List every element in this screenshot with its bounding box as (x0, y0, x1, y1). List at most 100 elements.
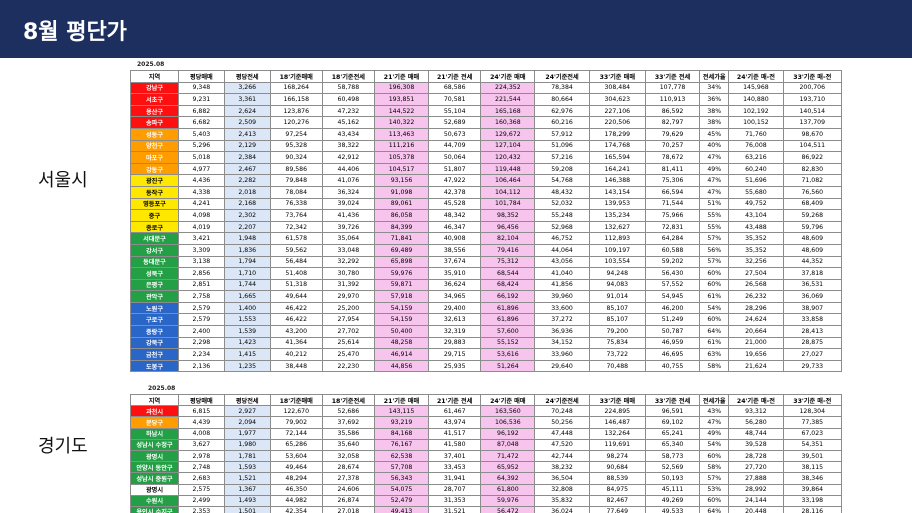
value-cell: 58% (699, 461, 730, 474)
value-cell: 123,876 (269, 104, 323, 118)
value-cell: 55,152 (480, 336, 536, 350)
value-cell: 38,556 (428, 243, 482, 257)
region-name-cell: 수원시 (130, 494, 179, 507)
region-name-cell: 양천구 (130, 139, 179, 153)
region-name-cell: 강북구 (130, 336, 179, 350)
value-cell: 48,258 (373, 336, 430, 350)
value-cell: 69,102 (644, 416, 701, 429)
value-cell: 2,467 (223, 162, 271, 176)
value-cell: 34,152 (534, 336, 590, 350)
value-cell: 24,144 (728, 494, 784, 507)
column-header: 18'기준매매 (269, 70, 323, 83)
value-cell: 78,672 (644, 151, 701, 164)
value-cell: 165,594 (588, 151, 646, 164)
column-header: 24'기준 매매 (480, 70, 536, 83)
value-cell: 41,856 (534, 278, 590, 292)
value-cell: 28,413 (782, 325, 843, 338)
column-header: 24'기준 매-전 (728, 393, 784, 407)
value-cell: 22,230 (321, 359, 375, 373)
value-cell: 28,992 (728, 483, 784, 496)
value-cell: 1,521 (223, 472, 271, 485)
value-cell: 37,272 (534, 313, 590, 327)
value-cell: 25,200 (321, 301, 375, 315)
value-cell: 58,788 (321, 81, 375, 95)
value-cell: 52,569 (644, 461, 701, 474)
seoul-price-table: 지역 평당매매 평당전세 18'기준매매 18'기준전세 21'기준 매매 21'기준 전세… (130, 70, 843, 373)
table-row: 서초구 9,231 3,361 166,158 60,498 193,851 70,581 2… (130, 93, 843, 106)
value-cell: 55,104 (428, 104, 482, 118)
value-cell: 137,709 (782, 116, 843, 129)
table-row: 송파구 6,682 2,509 120,276 45,162 140,322 52,689 1… (130, 116, 843, 129)
value-cell: 72,144 (269, 427, 323, 440)
table-row: 종로구 4,019 2,207 72,342 39,726 84,399 46,347 96,… (130, 220, 843, 234)
region-name-cell: 도봉구 (130, 359, 179, 373)
region-name-cell: 하남시 (130, 427, 179, 440)
value-cell: 72,342 (269, 220, 323, 234)
value-cell: 79,200 (588, 325, 646, 338)
value-cell: 96,192 (480, 427, 536, 440)
value-cell: 65,952 (480, 461, 536, 474)
value-cell: 51,408 (269, 267, 323, 280)
column-header: 33'기준 전세 (644, 70, 701, 83)
value-cell: 37,674 (428, 255, 482, 269)
region-name-cell: 서초구 (130, 93, 179, 106)
column-header: 평당매매 (177, 70, 225, 83)
value-cell: 56,343 (373, 472, 430, 485)
value-cell: 42,354 (269, 505, 323, 513)
value-cell: 28,296 (728, 301, 784, 315)
value-cell: 82,797 (644, 116, 701, 129)
value-cell: 27,027 (782, 348, 843, 361)
value-cell: 60% (699, 449, 730, 463)
value-cell: 6,815 (177, 405, 225, 418)
value-cell: 57% (699, 232, 730, 245)
column-header: 33'기준 매-전 (782, 393, 843, 407)
value-cell: 52,689 (428, 116, 482, 129)
table-row: 광명시 2,978 1,781 53,604 32,058 62,538 37,401 71,… (130, 449, 843, 463)
value-cell: 41,517 (428, 427, 482, 440)
value-cell: 58% (699, 359, 730, 373)
value-cell: 76,167 (373, 438, 430, 451)
value-cell: 52,032 (534, 197, 590, 211)
value-cell: 140,880 (728, 93, 784, 106)
region-name-cell: 마포구 (130, 151, 179, 164)
value-cell: 63,216 (728, 151, 784, 164)
value-cell: 51% (699, 197, 730, 211)
value-cell: 91,014 (588, 290, 646, 303)
value-cell: 46,347 (428, 220, 482, 234)
value-cell: 1,235 (223, 359, 271, 373)
value-cell: 51,807 (428, 162, 482, 176)
value-cell: 37,818 (782, 267, 843, 280)
column-header: 18'기준전세 (321, 70, 375, 83)
value-cell: 96,456 (480, 220, 536, 234)
page-title: 8월 평단가 (23, 20, 127, 45)
value-cell: 41,580 (428, 438, 482, 451)
value-cell: 224,352 (480, 81, 536, 95)
column-header: 평당매매 (177, 393, 225, 407)
value-cell: 82,830 (782, 162, 843, 176)
value-cell: 64,392 (480, 472, 536, 485)
value-cell: 1,980 (223, 438, 271, 451)
value-cell: 25,614 (321, 336, 375, 350)
value-cell: 2,509 (223, 116, 271, 129)
value-cell: 71,472 (480, 449, 536, 463)
value-cell: 4,977 (177, 162, 225, 176)
column-header: 24'기준 매매 (480, 393, 536, 407)
value-cell: 89,586 (269, 162, 323, 176)
value-cell: 30,780 (321, 267, 375, 280)
value-cell: 73,764 (269, 209, 323, 222)
table-row: 양천구 5,296 2,129 95,328 38,322 111,216 44,709 12… (130, 139, 843, 153)
value-cell: 31,392 (321, 278, 375, 292)
value-cell: 41,436 (321, 209, 375, 222)
value-cell: 66,192 (480, 290, 536, 303)
value-cell: 2,499 (177, 494, 225, 507)
value-cell: 102,192 (728, 104, 784, 118)
value-cell: 60% (699, 267, 730, 280)
value-cell: 44,064 (534, 243, 590, 257)
value-cell: 2,624 (223, 104, 271, 118)
value-cell: 1,501 (223, 505, 271, 513)
value-cell: 46,422 (269, 313, 323, 327)
value-cell: 29,400 (428, 301, 482, 315)
value-cell: 6,682 (177, 116, 225, 129)
table-row: 분당구 4,439 2,094 79,902 37,692 93,219 43,974 106… (130, 416, 843, 429)
value-cell: 120,432 (480, 151, 536, 164)
